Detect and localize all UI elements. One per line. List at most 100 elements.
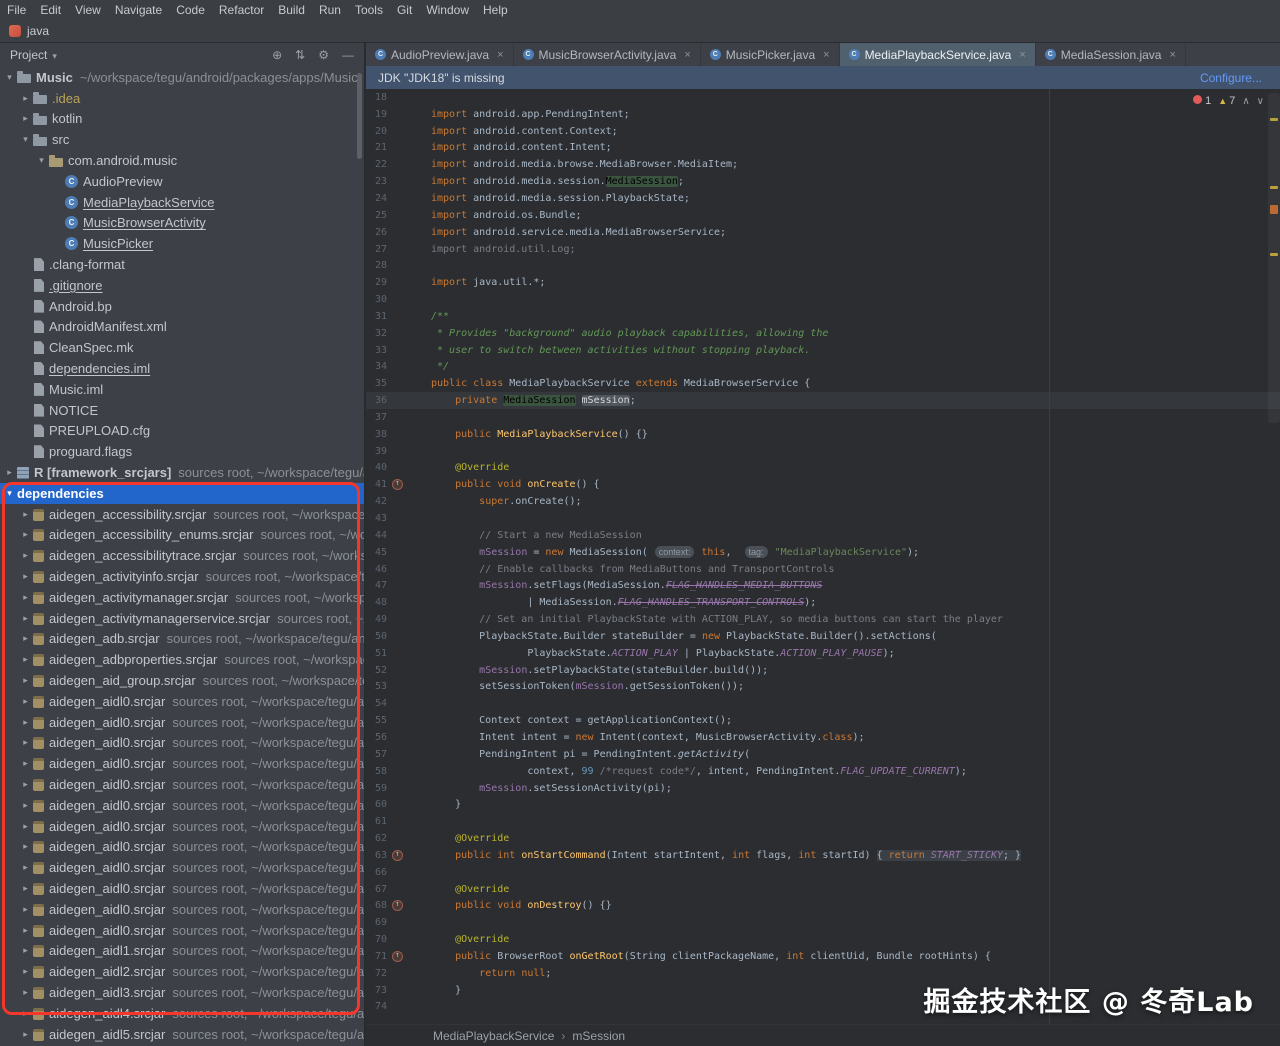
tree-item-android-bp[interactable]: Android.bp (0, 296, 364, 317)
warning-stripe-mark[interactable] (1270, 253, 1278, 256)
expand-collapse-icon[interactable]: ⇅ (295, 48, 305, 62)
tree-item-aidegen-aidl1-srcjar[interactable]: ▸aidegen_aidl1.srcjarsources root, ~/wor… (0, 940, 364, 961)
tree-item-aidegen-activityinfo-srcjar[interactable]: ▸aidegen_activityinfo.srcjarsources root… (0, 566, 364, 587)
menu-item-refactor[interactable]: Refactor (212, 3, 271, 17)
tree-item-aidegen-accessibilitytrace-srcjar[interactable]: ▸aidegen_accessibilitytrace.srcjarsource… (0, 545, 364, 566)
code-editor[interactable]: 1819import android.app.PendingIntent;20i… (366, 89, 1280, 1024)
override-method-icon[interactable] (392, 951, 403, 962)
chevron-down-icon[interactable]: ▾ (18, 134, 33, 145)
tree-item-r-framework-srcjars[interactable]: ▸R [framework_srcjars]sources root, ~/wo… (0, 462, 364, 483)
override-method-icon[interactable] (392, 479, 403, 490)
tree-item-cleanspec-mk[interactable]: CleanSpec.mk (0, 337, 364, 358)
menu-item-edit[interactable]: Edit (33, 3, 68, 17)
breadcrumb-item-mediaplaybackservice[interactable]: MediaPlaybackService (433, 1029, 554, 1043)
tab-mediasession-java[interactable]: CMediaSession.java× (1036, 43, 1186, 66)
project-view-selector[interactable]: Project▾ (10, 48, 57, 62)
tree-item-proguard-flags[interactable]: proguard.flags (0, 441, 364, 462)
locate-icon[interactable]: ⊕ (272, 48, 282, 62)
tree-item-idea[interactable]: ▸.idea (0, 88, 364, 109)
chevron-right-icon[interactable]: ▸ (18, 613, 33, 624)
tree-item-dependencies[interactable]: ▾dependencies (0, 483, 364, 504)
chevron-right-icon[interactable]: ▸ (2, 467, 17, 478)
tree-item-mediaplaybackservice[interactable]: MediaPlaybackService (0, 192, 364, 213)
tree-item-music[interactable]: ▾Music~/workspace/tegu/android/packages/… (0, 67, 364, 88)
tree-item-aidegen-aidl0-srcjar[interactable]: ▸aidegen_aidl0.srcjarsources root, ~/wor… (0, 816, 364, 837)
chevron-right-icon[interactable]: ▸ (18, 509, 33, 520)
tree-item-musicbrowseractivity[interactable]: MusicBrowserActivity (0, 213, 364, 234)
menu-item-run[interactable]: Run (312, 3, 348, 17)
chevron-right-icon[interactable]: ▸ (18, 550, 33, 561)
chevron-down-icon[interactable]: ▾ (2, 488, 17, 499)
override-method-icon[interactable] (392, 900, 403, 911)
chevron-right-icon[interactable]: ▸ (18, 904, 33, 915)
warning-stripe-mark[interactable] (1270, 186, 1278, 189)
menu-item-navigate[interactable]: Navigate (108, 3, 169, 17)
chevron-right-icon[interactable]: ▸ (18, 737, 33, 748)
settings-icon[interactable]: ⚙ (318, 48, 329, 62)
chevron-right-icon[interactable]: ▸ (18, 113, 33, 124)
menu-item-window[interactable]: Window (419, 3, 476, 17)
chevron-right-icon[interactable]: ▸ (18, 925, 33, 936)
close-tab-icon[interactable]: × (497, 49, 503, 61)
tree-item-clang-format[interactable]: .clang-format (0, 254, 364, 275)
chevron-right-icon[interactable]: ▸ (18, 1029, 33, 1040)
configure-link[interactable]: Configure... (1200, 71, 1262, 85)
tree-item-aidegen-accessibility-enums-srcjar[interactable]: ▸aidegen_accessibility_enums.srcjarsourc… (0, 525, 364, 546)
override-method-icon[interactable] (392, 850, 403, 861)
chevron-right-icon[interactable]: ▸ (18, 675, 33, 686)
tree-item-aidegen-aidl2-srcjar[interactable]: ▸aidegen_aidl2.srcjarsources root, ~/wor… (0, 961, 364, 982)
tree-item-aidegen-aidl0-srcjar[interactable]: ▸aidegen_aidl0.srcjarsources root, ~/wor… (0, 712, 364, 733)
chevron-right-icon[interactable]: ▸ (18, 529, 33, 540)
next-issue-icon[interactable]: ∨ (1257, 96, 1264, 107)
prev-issue-icon[interactable]: ∧ (1242, 96, 1249, 107)
tree-item-aidegen-activitymanagerservice-srcjar[interactable]: ▸aidegen_activitymanagerservice.srcjarso… (0, 608, 364, 629)
tree-item-aidegen-adb-srcjar[interactable]: ▸aidegen_adb.srcjarsources root, ~/works… (0, 629, 364, 650)
tree-item-notice[interactable]: NOTICE (0, 400, 364, 421)
inspections-widget[interactable]: 1 ▲7 ∧ ∨ (1193, 95, 1264, 107)
chevron-right-icon[interactable]: ▸ (18, 696, 33, 707)
tree-item-gitignore[interactable]: .gitignore (0, 275, 364, 296)
tree-item-musicpicker[interactable]: MusicPicker (0, 233, 364, 254)
nav-breadcrumb-module[interactable]: java (27, 24, 49, 38)
tab-audiopreview-java[interactable]: CAudioPreview.java× (366, 43, 514, 66)
menu-item-tools[interactable]: Tools (348, 3, 390, 17)
tree-item-aidegen-aidl0-srcjar[interactable]: ▸aidegen_aidl0.srcjarsources root, ~/wor… (0, 795, 364, 816)
tree-item-preupload-cfg[interactable]: PREUPLOAD.cfg (0, 421, 364, 442)
chevron-right-icon[interactable]: ▸ (18, 987, 33, 998)
chevron-right-icon[interactable]: ▸ (18, 654, 33, 665)
chevron-right-icon[interactable]: ▸ (18, 592, 33, 603)
tree-item-aidegen-aid-group-srcjar[interactable]: ▸aidegen_aid_group.srcjarsources root, ~… (0, 670, 364, 691)
menu-item-help[interactable]: Help (476, 3, 515, 17)
chevron-right-icon[interactable]: ▸ (18, 779, 33, 790)
tree-item-aidegen-aidl0-srcjar[interactable]: ▸aidegen_aidl0.srcjarsources root, ~/wor… (0, 774, 364, 795)
error-stripe-mark[interactable] (1270, 205, 1278, 214)
tree-item-aidegen-aidl0-srcjar[interactable]: ▸aidegen_aidl0.srcjarsources root, ~/wor… (0, 733, 364, 754)
tree-item-kotlin[interactable]: ▸kotlin (0, 109, 364, 130)
menu-item-build[interactable]: Build (271, 3, 312, 17)
hide-panel-icon[interactable]: — (342, 48, 354, 62)
close-tab-icon[interactable]: × (1019, 49, 1025, 61)
tree-item-aidegen-aidl0-srcjar[interactable]: ▸aidegen_aidl0.srcjarsources root, ~/wor… (0, 878, 364, 899)
chevron-right-icon[interactable]: ▸ (18, 717, 33, 728)
chevron-down-icon[interactable]: ▾ (2, 72, 17, 83)
tree-item-aidegen-aidl0-srcjar[interactable]: ▸aidegen_aidl0.srcjarsources root, ~/wor… (0, 920, 364, 941)
tab-mediaplaybackservice-java[interactable]: CMediaPlaybackService.java× (840, 43, 1036, 66)
close-tab-icon[interactable]: × (684, 49, 690, 61)
close-tab-icon[interactable]: × (1169, 49, 1175, 61)
tab-musicpicker-java[interactable]: CMusicPicker.java× (701, 43, 840, 66)
tree-item-aidegen-aidl0-srcjar[interactable]: ▸aidegen_aidl0.srcjarsources root, ~/wor… (0, 836, 364, 857)
chevron-right-icon[interactable]: ▸ (18, 883, 33, 894)
tree-item-aidegen-aidl0-srcjar[interactable]: ▸aidegen_aidl0.srcjarsources root, ~/wor… (0, 691, 364, 712)
tree-item-aidegen-aidl5-srcjar[interactable]: ▸aidegen_aidl5.srcjarsources root, ~/wor… (0, 1024, 364, 1045)
menu-item-view[interactable]: View (68, 3, 108, 17)
chevron-right-icon[interactable]: ▸ (18, 633, 33, 644)
chevron-right-icon[interactable]: ▸ (18, 758, 33, 769)
tree-item-aidegen-activitymanager-srcjar[interactable]: ▸aidegen_activitymanager.srcjarsources r… (0, 587, 364, 608)
tree-item-aidegen-aidl0-srcjar[interactable]: ▸aidegen_aidl0.srcjarsources root, ~/wor… (0, 857, 364, 878)
chevron-right-icon[interactable]: ▸ (18, 821, 33, 832)
tree-item-com-android-music[interactable]: ▾com.android.music (0, 150, 364, 171)
tree-item-aidegen-aidl0-srcjar[interactable]: ▸aidegen_aidl0.srcjarsources root, ~/wor… (0, 899, 364, 920)
chevron-right-icon[interactable]: ▸ (18, 93, 33, 104)
menu-item-code[interactable]: Code (169, 3, 212, 17)
tree-item-aidegen-aidl3-srcjar[interactable]: ▸aidegen_aidl3.srcjarsources root, ~/wor… (0, 982, 364, 1003)
